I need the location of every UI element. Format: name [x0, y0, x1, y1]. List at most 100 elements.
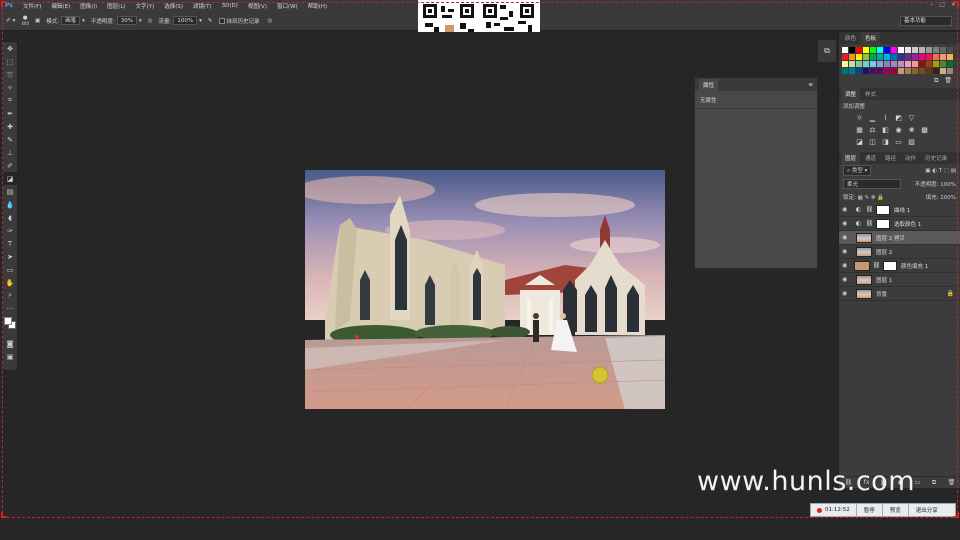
color-swatch[interactable] [926, 61, 932, 67]
color-swatch[interactable] [849, 61, 855, 67]
menu-image[interactable]: 图像(I) [75, 2, 102, 10]
color-swatch[interactable] [870, 61, 876, 67]
color-swatch[interactable] [842, 47, 848, 53]
eye-icon[interactable]: ◉ [842, 290, 852, 297]
panel-menu-icon[interactable]: ≡ [808, 82, 813, 88]
color-swatch[interactable] [856, 54, 862, 60]
layer-thumb[interactable] [856, 246, 872, 257]
foreground-color[interactable] [4, 317, 12, 325]
color-swatch[interactable] [947, 61, 953, 67]
erase-history-checkbox[interactable] [218, 17, 225, 24]
menu-3d[interactable]: 3D(D) [217, 3, 243, 9]
lock-icons[interactable]: ▦ ✎ ✥ 🔒 [858, 195, 885, 201]
color-swatch[interactable] [919, 54, 925, 60]
color-swatch[interactable] [877, 68, 883, 74]
color-swatch[interactable] [898, 68, 904, 74]
type-tool-icon[interactable]: T [3, 237, 17, 250]
color-swatch[interactable] [849, 54, 855, 60]
gradient-tool-icon[interactable]: ▤ [3, 185, 17, 198]
hand-tool-icon[interactable]: ✋ [3, 276, 17, 289]
color-swatch[interactable] [863, 68, 869, 74]
posterize-icon[interactable]: ◫ [868, 138, 877, 146]
crop-tool-icon[interactable]: ⌗ [3, 94, 17, 107]
fill-value[interactable]: 100% [940, 195, 956, 201]
screen-mode-icon[interactable]: ▣ [3, 350, 17, 363]
color-swatch[interactable] [877, 61, 883, 67]
layer-thumb[interactable] [856, 288, 872, 299]
layer-row[interactable]: ◉ 图层 1 [839, 273, 960, 287]
chevron-down-icon[interactable]: ▾ [139, 18, 142, 24]
healing-brush-tool-icon[interactable]: ✚ [3, 120, 17, 133]
color-swatch[interactable] [919, 68, 925, 74]
color-swatch[interactable] [863, 47, 869, 53]
layer-row[interactable]: ◉ ◐ ⛓ 选取颜色 1 [839, 217, 960, 231]
color-swatch[interactable] [856, 68, 862, 74]
color-swatch[interactable] [863, 54, 869, 60]
airbrush-icon[interactable]: ✎ [208, 18, 213, 24]
eye-icon[interactable]: ◉ [842, 262, 852, 269]
brush-preset-picker[interactable]: ● 400 [21, 15, 29, 27]
color-swatch[interactable] [863, 61, 869, 67]
color-balance-icon[interactable]: ⚖ [868, 126, 877, 134]
menu-select[interactable]: 选择(S) [159, 2, 188, 10]
color-swatch[interactable] [884, 61, 890, 67]
menu-layer[interactable]: 图层(L) [102, 2, 130, 10]
path-select-tool-icon[interactable]: ➤ [3, 250, 17, 263]
document-canvas[interactable] [305, 170, 665, 409]
color-swatch[interactable] [849, 68, 855, 74]
color-swatch[interactable] [891, 68, 897, 74]
layer-row[interactable]: ◉ 图层 2 拷贝 [839, 231, 960, 245]
lasso-tool-icon[interactable]: ➰ [3, 68, 17, 81]
opacity-input[interactable]: 30% [116, 16, 137, 25]
swatch-collapsed-icon[interactable]: ⧉ [824, 46, 830, 56]
exposure-icon[interactable]: ◩ [894, 114, 903, 122]
layer-row[interactable]: ◉ ◐ ⛓ 曲线 1 [839, 203, 960, 217]
blur-tool-icon[interactable]: 💧 [3, 198, 17, 211]
pressure-opacity-icon[interactable]: ◎ [148, 18, 153, 24]
menu-file[interactable]: 文件(F) [18, 2, 46, 10]
blend-mode-select[interactable]: 柔光 [843, 178, 901, 189]
tab-history[interactable]: 历史记录 [921, 152, 951, 164]
more-tools-icon[interactable]: ··· [3, 302, 17, 315]
layer-row[interactable]: ◉ ⛓ 颜色填充 1 [839, 259, 960, 273]
new-layer-icon[interactable]: ⧉ [932, 479, 936, 487]
filter-icons[interactable]: ▣ ◐ T ⬚ ▤ [925, 168, 956, 174]
threshold-icon[interactable]: ◨ [881, 138, 890, 146]
folder-icon[interactable]: ▭ [915, 479, 921, 486]
flow-input[interactable]: 100% [173, 16, 198, 25]
color-swatch[interactable] [849, 47, 855, 53]
color-swatch[interactable] [933, 47, 939, 53]
tool-preset-picker[interactable]: ✐ ▾ [6, 18, 15, 24]
layer-thumb[interactable] [856, 274, 872, 285]
tab-styles[interactable]: 样式 [861, 88, 880, 100]
rectangle-tool-icon[interactable]: ▭ [3, 263, 17, 276]
color-swatch[interactable] [912, 61, 918, 67]
color-swatch[interactable] [940, 61, 946, 67]
color-swatch[interactable] [856, 61, 862, 67]
color-swatch[interactable] [877, 54, 883, 60]
menu-filter[interactable]: 滤镜(T) [188, 2, 217, 10]
levels-icon[interactable]: ▁ [868, 114, 877, 122]
invert-icon[interactable]: ◪ [855, 138, 864, 146]
pressure-size-icon[interactable]: ◎ [268, 18, 273, 24]
vibrance-icon[interactable]: ▽ [907, 114, 916, 122]
layer-row[interactable]: ◉ 图层 2 [839, 245, 960, 259]
color-swatch[interactable] [926, 68, 932, 74]
fill-thumb[interactable] [854, 260, 870, 271]
delete-layer-icon[interactable]: 🗑 [948, 479, 956, 486]
layer-kind-filter[interactable]: ⌕ 类型 ▾ [843, 165, 872, 176]
color-swatch[interactable] [842, 61, 848, 67]
quick-select-tool-icon[interactable]: ✧ [3, 81, 17, 94]
eye-icon[interactable]: ◉ [842, 248, 852, 255]
workspace-select[interactable]: 基本功能 [900, 16, 952, 26]
marquee-tool-icon[interactable]: ⬚ [3, 55, 17, 68]
trash-icon[interactable]: 🗑 [944, 77, 952, 86]
layer-row[interactable]: ◉ 背景 🔒 [839, 287, 960, 301]
clone-stamp-tool-icon[interactable]: ⊥ [3, 146, 17, 159]
color-swatch[interactable] [933, 68, 939, 74]
color-swatch[interactable] [891, 47, 897, 53]
layer-mask-thumb[interactable] [876, 204, 890, 215]
properties-tab[interactable]: 属性 [699, 78, 719, 91]
color-swatch[interactable] [884, 47, 890, 53]
color-swatch[interactable] [912, 47, 918, 53]
